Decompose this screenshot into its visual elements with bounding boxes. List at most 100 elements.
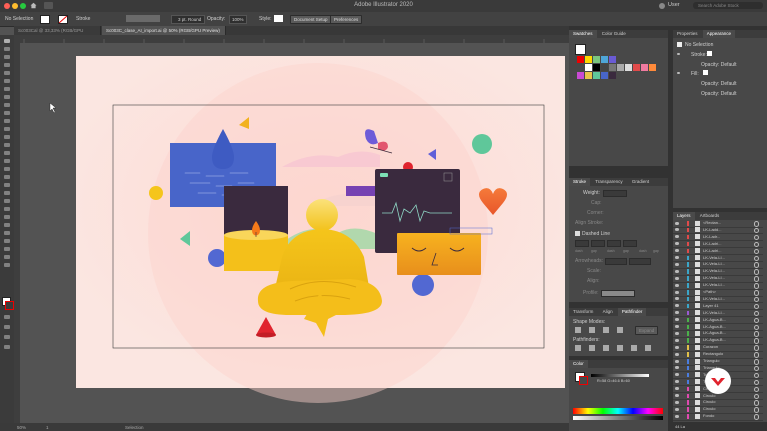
swatch[interactable]: [609, 64, 616, 71]
appearance-opacity-1[interactable]: Opacity: Default: [701, 62, 737, 68]
visibility-eye-icon[interactable]: [675, 283, 679, 287]
layer-target-icon[interactable]: [753, 234, 759, 241]
layer-target-icon[interactable]: [753, 310, 759, 317]
layer-target-icon[interactable]: [753, 227, 759, 234]
tab-color[interactable]: Color: [569, 360, 588, 368]
dash-input[interactable]: [575, 240, 589, 247]
lasso-tool-icon[interactable]: [4, 63, 10, 67]
opacity-input[interactable]: 100%: [229, 15, 247, 24]
appearance-stroke-swatch[interactable]: [707, 51, 712, 56]
visibility-eye-icon[interactable]: [675, 414, 679, 418]
user-avatar[interactable]: [659, 3, 665, 9]
tab-gradient[interactable]: Gradient: [628, 178, 653, 186]
tab-layers[interactable]: Layers: [673, 212, 695, 220]
appearance-opacity-3[interactable]: Opacity: Default: [701, 91, 737, 97]
visibility-eye-icon[interactable]: [675, 228, 679, 232]
visibility-eye-icon[interactable]: [675, 221, 679, 225]
shape-builder-tool-icon[interactable]: [4, 175, 10, 179]
layer-target-icon[interactable]: [753, 393, 759, 399]
width-tool-icon[interactable]: [4, 159, 10, 163]
stroke-profile-select[interactable]: [126, 15, 160, 22]
swatch[interactable]: [641, 64, 648, 71]
edit-toolbar-icon[interactable]: [4, 345, 10, 349]
column-graph-tool-icon[interactable]: [4, 231, 10, 235]
tab-transparency[interactable]: Transparency: [591, 178, 626, 186]
artboard-tool-icon[interactable]: [4, 239, 10, 243]
tab-color-guide[interactable]: Color Guide: [598, 30, 630, 38]
swatch[interactable]: [609, 56, 616, 63]
layer-target-icon[interactable]: [753, 386, 759, 393]
visibility-eye-icon[interactable]: [675, 387, 679, 391]
style-swatch[interactable]: [274, 15, 283, 22]
visibility-eye-icon[interactable]: [675, 338, 679, 342]
swatch[interactable]: [577, 56, 584, 63]
minus-back-icon[interactable]: [645, 345, 651, 351]
free-transform-tool-icon[interactable]: [4, 167, 10, 171]
type-tool-icon[interactable]: [4, 87, 10, 91]
layer-target-icon[interactable]: [753, 221, 759, 227]
arrowhead-start-select[interactable]: [605, 258, 627, 265]
visibility-eye-icon[interactable]: [675, 331, 679, 335]
layer-target-icon[interactable]: [753, 338, 759, 344]
visibility-eye-icon[interactable]: [677, 72, 680, 74]
layer-target-icon[interactable]: [753, 407, 759, 413]
tab-artboards[interactable]: Artboards: [696, 212, 724, 220]
visibility-eye-icon[interactable]: [675, 380, 679, 384]
slice-tool-icon[interactable]: [4, 247, 10, 251]
swatch[interactable]: [601, 56, 608, 63]
stroke-color-icon[interactable]: [5, 301, 14, 310]
visibility-eye-icon[interactable]: [675, 297, 679, 301]
expand-button[interactable]: Expand: [635, 326, 659, 335]
dash-input[interactable]: [607, 240, 621, 247]
stock-search-input[interactable]: Search Adobe Stock: [693, 2, 763, 9]
arrowhead-end-select[interactable]: [629, 258, 651, 265]
layer-target-icon[interactable]: [753, 359, 759, 365]
dashed-line-checkbox[interactable]: [575, 231, 580, 236]
eraser-tool-icon[interactable]: [4, 135, 10, 139]
visibility-eye-icon[interactable]: [675, 242, 679, 246]
swatch[interactable]: [593, 64, 600, 71]
swatch[interactable]: [577, 72, 584, 79]
visibility-eye-icon[interactable]: [675, 235, 679, 239]
divide-icon[interactable]: [575, 345, 581, 351]
status-mode[interactable]: Selection: [125, 425, 144, 430]
color-slider[interactable]: [591, 374, 649, 377]
hand-tool-icon[interactable]: [4, 255, 10, 259]
screen-mode-icon[interactable]: [4, 335, 10, 339]
tab-properties[interactable]: Properties: [673, 30, 702, 38]
fill-swatch[interactable]: [40, 15, 50, 24]
zoom-level[interactable]: 50%: [17, 425, 26, 430]
tab-sc003cal[interactable]: Sc003Cal @ 33,33% (RGB/GPU Preview): [14, 26, 101, 42]
profile-select[interactable]: [601, 290, 635, 297]
layer-target-icon[interactable]: [753, 414, 759, 420]
visibility-eye-icon[interactable]: [675, 325, 679, 328]
visibility-eye-icon[interactable]: [675, 304, 679, 308]
blend-tool-icon[interactable]: [4, 215, 10, 219]
tab-pathfinder[interactable]: Pathfinder: [617, 308, 647, 316]
curvature-tool-icon[interactable]: [4, 79, 10, 83]
gap-input[interactable]: [623, 240, 637, 247]
visibility-eye-icon[interactable]: [675, 276, 679, 280]
visibility-eye-icon[interactable]: [675, 345, 679, 349]
user-name[interactable]: User: [668, 2, 680, 8]
layer-target-icon[interactable]: [753, 283, 759, 289]
layer-target-icon[interactable]: [753, 352, 759, 358]
layer-target-icon[interactable]: [753, 248, 759, 255]
color-mode-icon[interactable]: [4, 315, 10, 319]
visibility-eye-icon[interactable]: [675, 262, 679, 266]
symbol-sprayer-tool-icon[interactable]: [4, 223, 10, 227]
swatch[interactable]: [617, 64, 624, 71]
appearance-fill-swatch[interactable]: [703, 70, 708, 75]
tab-sc003c-clase[interactable]: Sc003C_clase_AI_import.ai @ 50% (RGB/GPU…: [102, 26, 226, 35]
scale-tool-icon[interactable]: [4, 151, 10, 155]
intersect-icon[interactable]: [603, 327, 609, 333]
visibility-eye-icon[interactable]: [677, 53, 680, 55]
layer-target-icon[interactable]: [753, 241, 759, 248]
visibility-eye-icon[interactable]: [675, 359, 679, 363]
preferences-button[interactable]: Preferences: [330, 15, 363, 24]
layer-target-icon[interactable]: [753, 365, 759, 372]
layer-target-icon[interactable]: [753, 379, 759, 386]
canvas-area[interactable]: [20, 43, 569, 423]
selection-tool-icon[interactable]: [4, 39, 10, 43]
visibility-eye-icon[interactable]: [675, 256, 679, 259]
